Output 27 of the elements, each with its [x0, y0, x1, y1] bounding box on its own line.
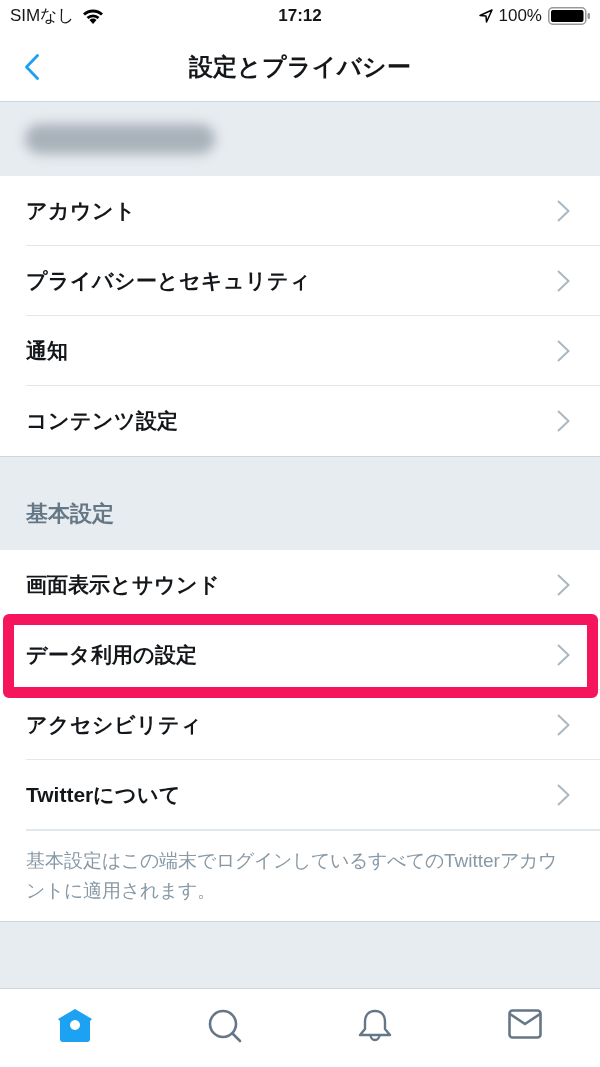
back-chevron-icon [25, 54, 39, 80]
settings-row[interactable]: アクセシビリティ [26, 690, 600, 760]
chevron-right-icon [557, 643, 570, 666]
chevron-right-icon [557, 713, 570, 736]
chevron-right-icon [557, 199, 570, 222]
battery-percent: 100% [498, 5, 542, 28]
wifi-icon [82, 8, 105, 24]
carrier-label: SIMなし [10, 5, 75, 28]
section-header: 基本設定 [26, 500, 114, 528]
back-button[interactable] [22, 54, 42, 80]
location-arrow-icon [478, 9, 493, 23]
settings-row[interactable]: プライバシーとセキュリティ [26, 246, 600, 316]
battery-icon [548, 7, 590, 25]
settings-row[interactable]: Twitterについて [26, 760, 600, 830]
settings-row[interactable]: データ利用の設定 [26, 620, 600, 690]
settings-row[interactable]: 画面表示とサウンド [26, 550, 600, 620]
footnote-text: 基本設定はこの端末でログインしているすべてのTwitterアカウントに適用されます。 [26, 849, 558, 903]
screen-title: 設定とプライバシー [189, 51, 411, 82]
chevron-right-icon [557, 269, 570, 292]
status-time: 17:12 [278, 5, 322, 28]
chevron-right-icon [557, 410, 570, 432]
chevron-right-icon [557, 339, 570, 362]
chevron-right-icon [557, 783, 570, 806]
settings-row[interactable]: 通知 [26, 316, 600, 386]
settings-row[interactable]: コンテンツ設定 [26, 386, 600, 456]
chevron-right-icon [557, 573, 570, 596]
settings-row[interactable]: アカウント [26, 176, 600, 246]
